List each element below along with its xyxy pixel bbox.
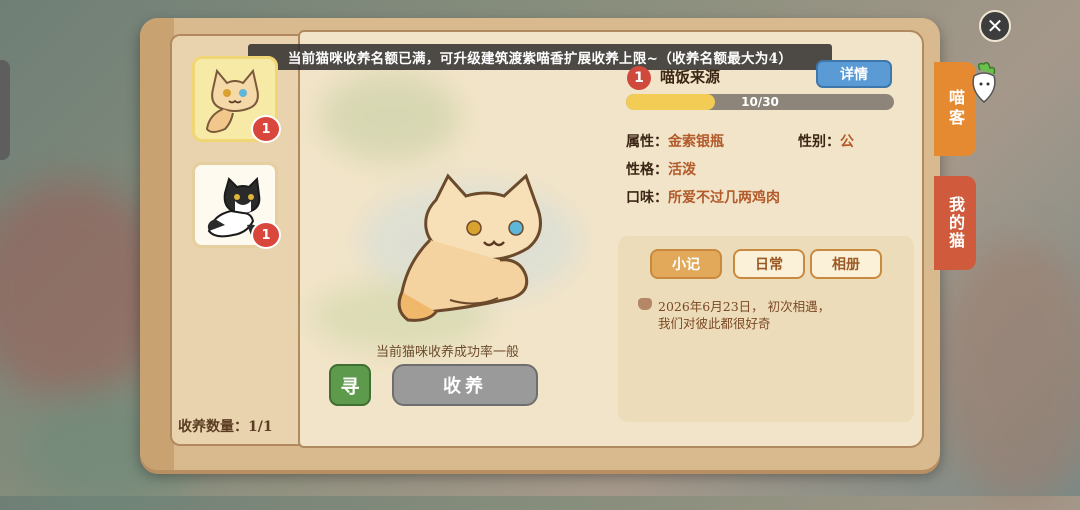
personality-row: 性格：活泼: [626, 159, 696, 179]
taste-key: 口味：: [626, 190, 668, 206]
personality-key: 性格：: [626, 162, 668, 178]
tab-guest-cats-label: 喵客: [946, 89, 965, 129]
cat-level-icon: 1: [627, 66, 651, 90]
capacity-full-banner: 当前猫咪收养名额已满，可升级建筑渡紫喵香扩展收养上限~（收养名额最大为4）: [248, 44, 832, 70]
taste-value: 所爱不过几两鸡肉: [668, 190, 780, 206]
taste-row: 口味：所爱不过几两鸡肉: [626, 187, 780, 207]
detail-button[interactable]: 详情: [816, 60, 892, 88]
adopt-count-label: 收养数量：1/1: [178, 419, 273, 435]
cat-level-badge: 1: [251, 221, 281, 249]
cat-level-badge: 1: [251, 115, 281, 143]
screen-edge-handle: [0, 60, 10, 160]
adopt-success-rate: 当前猫咪收养成功率一般: [376, 345, 520, 360]
journal-entry-line2: 我们对彼此都很好奇: [658, 316, 771, 331]
tab-my-cats-label: 我的猫: [946, 196, 965, 250]
tab-notes[interactable]: 小记: [650, 249, 722, 279]
gender-row: 性别：公: [798, 131, 854, 151]
progress-text: 10/30: [741, 95, 779, 109]
close-button[interactable]: ✕: [979, 10, 1011, 42]
background-blur: [940, 240, 1080, 500]
attribute-key: 属性：: [626, 134, 668, 150]
watercolor-leaves: [320, 72, 460, 162]
tab-my-cats[interactable]: 我的猫: [934, 176, 976, 270]
seek-button[interactable]: 寻: [329, 364, 371, 406]
radish-mascot-icon: [972, 62, 996, 103]
tab-daily[interactable]: 日常: [733, 249, 805, 279]
adopt-button[interactable]: 收养: [392, 364, 538, 406]
attribute-row: 属性：金索银瓶: [626, 131, 724, 151]
cat-portrait: [397, 173, 542, 322]
gender-key: 性别：: [798, 134, 840, 150]
cat-name: 喵饭来源: [660, 68, 721, 86]
affection-progress-bar: 10/30: [626, 94, 894, 110]
cat-card-selected[interactable]: 1: [192, 56, 281, 143]
tab-album[interactable]: 相册: [810, 249, 882, 279]
gender-value: 公: [840, 134, 854, 150]
cat-card[interactable]: 1: [192, 162, 281, 249]
personality-value: 活泼: [668, 162, 696, 178]
cat-paw-icon: [638, 298, 652, 310]
attribute-value: 金索银瓶: [668, 134, 724, 150]
book-binding: [140, 18, 174, 470]
